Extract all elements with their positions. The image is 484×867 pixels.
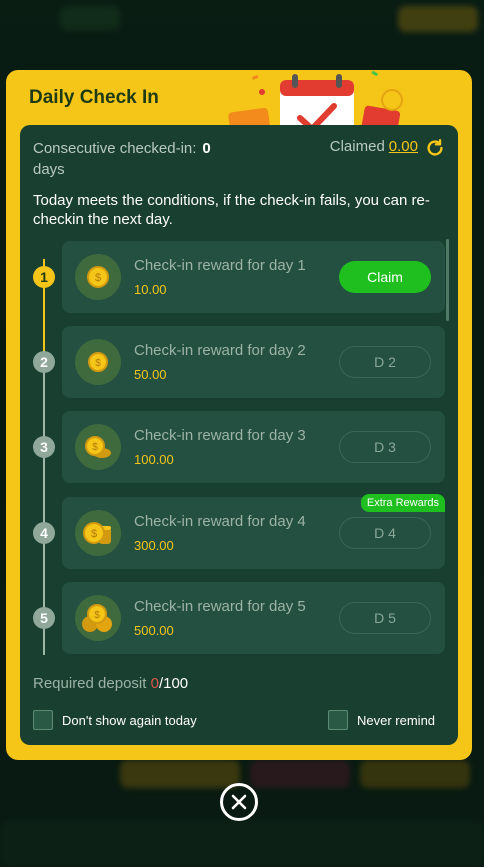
svg-text:$: $ bbox=[94, 610, 100, 621]
claim-button[interactable]: Claim bbox=[339, 261, 431, 293]
step-marker: 3 bbox=[33, 436, 55, 458]
svg-text:$: $ bbox=[95, 358, 101, 369]
step-marker: 2 bbox=[33, 351, 55, 373]
modal-title: Daily Check In bbox=[29, 87, 159, 108]
claimed-label: Claimed bbox=[329, 138, 385, 155]
reward-amount: 10.00 bbox=[134, 282, 167, 297]
reward-card-day-4: $ Check-in reward for day 4 300.00 Extra… bbox=[62, 494, 445, 569]
reward-amount: 500.00 bbox=[134, 623, 174, 638]
coin-pile-icon: $ bbox=[75, 595, 121, 641]
close-icon bbox=[231, 794, 247, 810]
coin-icon: $ bbox=[75, 254, 121, 300]
deposit-current: 0 bbox=[150, 675, 159, 692]
svg-text:$: $ bbox=[95, 272, 101, 284]
day-button[interactable]: D 5 bbox=[339, 602, 431, 634]
svg-text:$: $ bbox=[91, 528, 97, 540]
coin-icon: $ bbox=[75, 339, 121, 385]
reward-card-day-2: $ Check-in reward for day 2 50.00 D 2 bbox=[62, 326, 445, 398]
reward-card-day-1: $ Check-in reward for day 1 10.00 Claim bbox=[62, 241, 445, 313]
reward-title: Check-in reward for day 4 bbox=[134, 513, 306, 530]
dont-show-today-label: Don't show again today bbox=[62, 712, 197, 728]
coin-stack-icon: $ bbox=[75, 510, 121, 556]
checkin-panel: Consecutive checked-in: 0 days Claimed 0.0… bbox=[20, 125, 458, 745]
dont-show-today-checkbox[interactable] bbox=[33, 710, 53, 730]
claimed-value: 0.00 bbox=[388, 138, 418, 155]
claimed-total: Claimed 0.00 bbox=[330, 138, 418, 155]
checkin-notice: Today meets the conditions, if the check… bbox=[33, 192, 430, 228]
reward-title: Check-in reward for day 5 bbox=[134, 598, 306, 615]
reward-amount: 50.00 bbox=[134, 367, 167, 382]
reward-amount: 100.00 bbox=[134, 452, 174, 467]
step-marker: 4 bbox=[33, 522, 55, 544]
consecutive-label: Consecutive checked-in: bbox=[33, 140, 197, 157]
coins-icon: $ bbox=[75, 424, 121, 470]
never-remind-checkbox[interactable] bbox=[328, 710, 348, 730]
reward-card-day-3: $ Check-in reward for day 3 100.00 D 3 bbox=[62, 411, 445, 483]
reward-title: Check-in reward for day 1 bbox=[134, 257, 306, 274]
day-button[interactable]: D 3 bbox=[339, 431, 431, 463]
svg-text:$: $ bbox=[92, 442, 98, 453]
reward-list: 1 $ Check-in reward for day 1 10.00 Clai… bbox=[20, 239, 458, 659]
reward-amount: 300.00 bbox=[134, 538, 174, 553]
never-remind-label: Never remind bbox=[357, 712, 436, 728]
close-button[interactable] bbox=[220, 783, 258, 821]
reward-title: Check-in reward for day 2 bbox=[134, 342, 306, 359]
refresh-icon[interactable] bbox=[424, 137, 446, 159]
reward-card-day-5: $ Check-in reward for day 5 500.00 D 5 bbox=[62, 582, 445, 654]
list-scrollbar[interactable] bbox=[446, 239, 449, 321]
step-marker: 5 bbox=[33, 607, 55, 629]
step-marker: 1 bbox=[33, 266, 55, 288]
consecutive-unit: days bbox=[33, 161, 65, 178]
daily-checkin-modal: Daily Check In Consecutive checked-in: 0 … bbox=[6, 70, 472, 760]
consecutive-value: 0 bbox=[202, 140, 211, 157]
reward-title: Check-in reward for day 3 bbox=[134, 427, 306, 444]
never-remind-option[interactable]: Never remind bbox=[328, 710, 435, 730]
deposit-label: Required deposit bbox=[33, 675, 147, 692]
consecutive-checkin: Consecutive checked-in: 0 days bbox=[33, 138, 243, 180]
deposit-total: /100 bbox=[158, 675, 189, 692]
dont-show-today-option[interactable]: Don't show again today bbox=[33, 710, 197, 730]
day-button[interactable]: D 4 bbox=[339, 517, 431, 549]
required-deposit: Required deposit 0/100 bbox=[33, 675, 188, 692]
day-button[interactable]: D 2 bbox=[339, 346, 431, 378]
extra-rewards-badge: Extra Rewards bbox=[360, 494, 445, 512]
